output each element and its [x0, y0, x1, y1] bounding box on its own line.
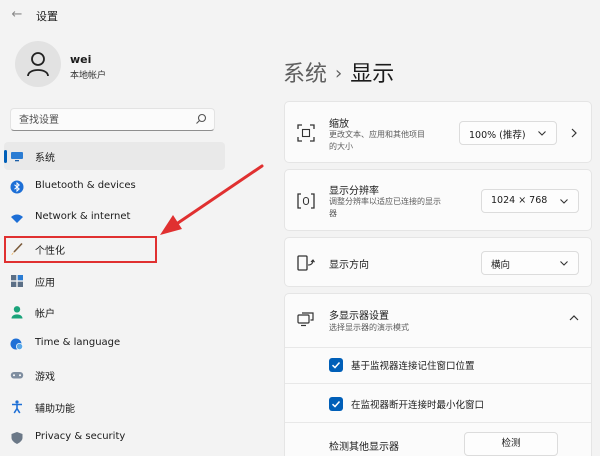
- checkmark-icon: [331, 361, 341, 369]
- orientation-title: 显示方向: [329, 260, 369, 271]
- breadcrumb-current: 显示: [350, 62, 395, 87]
- remember-window-checkbox[interactable]: [329, 358, 343, 372]
- detect-displays-label: 检测其他显示器: [329, 442, 399, 453]
- scale-desc-2: 的大小: [329, 142, 353, 151]
- breadcrumb-separator: ›: [335, 63, 343, 84]
- scale-value: 100% (推荐): [469, 130, 526, 141]
- multi-display-title: 多显示器设置: [329, 311, 389, 322]
- scale-title: 缩放: [329, 119, 349, 130]
- chevron-down-icon: [560, 261, 568, 266]
- resolution-value: 1024 × 768: [491, 195, 548, 206]
- scale-dropdown[interactable]: 100% (推荐): [459, 121, 557, 145]
- resolution-card: 显示分辨率 调整分辨率以适应已连接的显示 器 1024 × 768: [284, 169, 592, 231]
- detect-button[interactable]: 检测: [464, 432, 558, 456]
- chevron-up-icon[interactable]: [569, 314, 579, 322]
- divider: [285, 422, 591, 423]
- orientation-value: 横向: [491, 260, 511, 271]
- divider: [285, 347, 591, 348]
- orientation-icon: [297, 255, 315, 271]
- minimize-windows-checkbox[interactable]: [329, 397, 343, 411]
- checkmark-icon: [331, 400, 341, 408]
- orientation-card: 显示方向 横向: [284, 237, 592, 287]
- divider: [285, 383, 591, 384]
- resolution-desc-1: 调整分辨率以适应已连接的显示: [329, 197, 441, 206]
- resolution-title: 显示分辨率: [329, 186, 379, 197]
- remember-window-label: 基于监视器连接记住窗口位置: [351, 361, 475, 372]
- multi-display-desc: 选择显示器的演示模式: [329, 323, 409, 332]
- scale-desc-1: 更改文本、应用和其他项目: [329, 130, 425, 139]
- resolution-icon: [297, 193, 315, 209]
- orientation-dropdown[interactable]: 横向: [481, 251, 579, 275]
- chevron-down-icon: [560, 199, 568, 204]
- scale-card[interactable]: 缩放 更改文本、应用和其他项目 的大小 100% (推荐): [284, 101, 592, 163]
- resolution-dropdown[interactable]: 1024 × 768: [481, 189, 579, 213]
- chevron-right-icon[interactable]: [570, 128, 578, 138]
- scale-icon: [297, 124, 315, 142]
- page-title: 系统 › 显示: [283, 56, 394, 88]
- breadcrumb-parent[interactable]: 系统: [283, 62, 327, 87]
- chevron-down-icon: [538, 131, 546, 136]
- resolution-desc-2: 器: [329, 209, 337, 218]
- minimize-windows-label: 在监视器断开连接时最小化窗口: [351, 400, 485, 411]
- multi-display-icon: [297, 312, 314, 327]
